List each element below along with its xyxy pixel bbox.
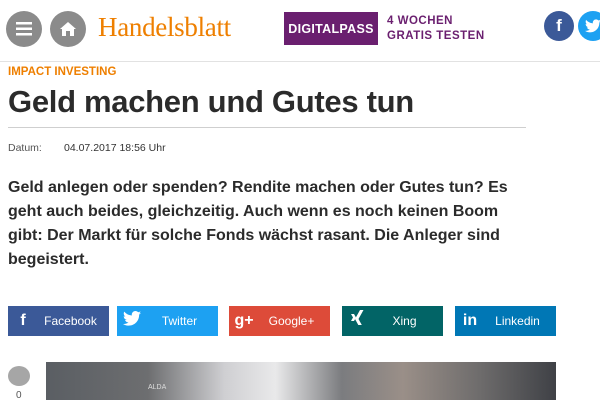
facebook-header-button[interactable]: f — [544, 11, 574, 41]
share-label: Google+ — [268, 314, 315, 328]
site-header: Handelsblatt DIGITALPASS 4 WOCHEN GRATIS… — [0, 0, 600, 62]
xing-icon — [342, 309, 372, 333]
twitter-icon — [585, 19, 600, 33]
title-divider — [8, 127, 526, 128]
share-xing-button[interactable]: Xing — [342, 306, 443, 336]
share-linkedin-button[interactable]: in Linkedin — [455, 306, 556, 336]
share-facebook-button[interactable]: f Facebook — [8, 306, 109, 336]
home-icon — [60, 22, 76, 36]
linkedin-icon: in — [462, 312, 478, 329]
digitalpass-badge[interactable]: DIGITALPASS — [284, 12, 378, 45]
facebook-icon: f — [20, 312, 26, 329]
article-image[interactable]: ALDA — [46, 362, 556, 400]
share-twitter-button[interactable]: Twitter — [117, 306, 218, 336]
comment-count[interactable]: 0 — [16, 390, 22, 400]
home-button[interactable] — [50, 11, 86, 47]
share-googleplus-button[interactable]: g+ Google+ — [229, 306, 330, 336]
digitalpass-promo[interactable]: 4 WOCHEN GRATIS TESTEN — [387, 14, 485, 44]
share-label: Xing — [392, 314, 417, 328]
image-sign-text: ALDA — [148, 384, 167, 391]
article-title: Geld machen und Gutes tun — [8, 84, 414, 119]
promo-line-2: GRATIS TESTEN — [387, 30, 485, 42]
comment-icon[interactable] — [8, 366, 30, 386]
share-label: Facebook — [44, 314, 97, 328]
twitter-header-button[interactable] — [578, 11, 600, 41]
share-label: Linkedin — [495, 314, 540, 328]
promo-line-1: 4 WOCHEN — [387, 15, 453, 27]
menu-button[interactable] — [6, 11, 42, 47]
site-logo[interactable]: Handelsblatt — [98, 12, 231, 43]
menu-icon — [16, 22, 32, 36]
facebook-icon: f — [556, 16, 562, 35]
share-label: Twitter — [161, 314, 198, 328]
googleplus-icon: g+ — [234, 312, 254, 329]
date-label: Datum: — [8, 142, 42, 154]
twitter-icon — [117, 311, 147, 331]
article-kicker[interactable]: IMPACT INVESTING — [8, 66, 116, 78]
date-value: 04.07.2017 18:56 Uhr — [64, 142, 166, 154]
article-lead: Geld anlegen oder spenden? Rendite mache… — [8, 179, 508, 268]
